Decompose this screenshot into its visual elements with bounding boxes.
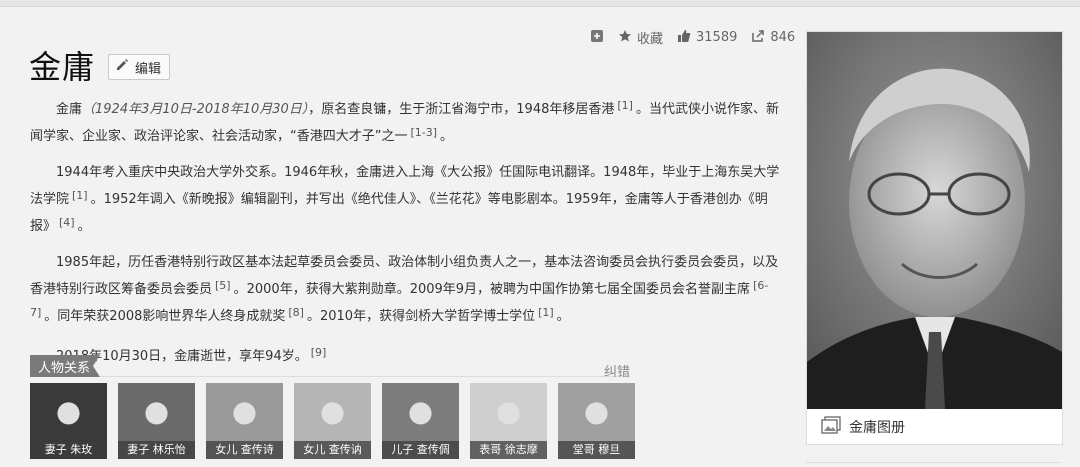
card-bottom-edge [806, 462, 1061, 467]
relation-person[interactable]: 妻子 朱玫 [30, 383, 107, 459]
share-icon [751, 29, 765, 47]
person-caption: 堂哥 穆旦 [558, 441, 635, 459]
person-caption: 女儿 查传诗 [206, 441, 283, 459]
reference-link[interactable]: [1] [72, 189, 88, 202]
paragraph-text: 。 [556, 309, 570, 324]
relation-person[interactable]: 妻子 林乐怡 [118, 383, 195, 459]
album-label: 金庸图册 [849, 420, 905, 436]
portrait-card: 金庸图册 [806, 31, 1063, 445]
reference-link[interactable]: [5] [215, 279, 231, 292]
relations-list: 妻子 朱玫 妻子 林乐怡 女儿 查传诗 女儿 查传讷 儿子 查传倜 表哥 徐志摩 堂哥 穆旦 [30, 383, 635, 459]
edit-button[interactable]: 编辑 [108, 54, 171, 80]
relations-divider [100, 376, 630, 377]
summary-paragraph: 2018年10月30日，金庸逝世，享年94岁。 [9] [30, 341, 780, 368]
image-gallery-icon [821, 416, 841, 438]
portrait-photo[interactable] [807, 32, 1062, 409]
plus-square-icon [590, 29, 604, 47]
paragraph-text: 。 [77, 219, 91, 234]
toolbar: 收藏 31589 846 [590, 28, 795, 47]
paragraph-text: 。2010年，获得剑桥大学哲学博士学位 [306, 309, 536, 324]
person-caption: 女儿 查传讷 [294, 441, 371, 459]
page-top-edge [0, 0, 1080, 7]
relation-person[interactable]: 女儿 查传诗 [206, 383, 283, 459]
reference-link[interactable]: [1] [538, 306, 554, 319]
reference-link[interactable]: [8] [288, 306, 304, 319]
person-caption: 妻子 朱玫 [30, 441, 107, 459]
paragraph-text: 。1952年调入《新晚报》编辑副刊，并写出《绝代佳人》、《兰花花》等电影剧本。1… [30, 192, 768, 234]
like-count: 31589 [696, 30, 738, 45]
summary-paragraph: 金庸（1924年3月10日-2018年10月30日），原名查良镛，生于浙江省海宁… [30, 94, 780, 148]
reference-link[interactable]: [1-3] [410, 126, 437, 139]
album-link[interactable]: 金庸图册 [821, 416, 905, 438]
share-count: 846 [770, 30, 796, 45]
favorite-button[interactable]: 收藏 [618, 28, 663, 47]
thumbs-up-icon [677, 29, 691, 47]
summary-paragraph: 1944年考入重庆中央政治大学外交系。1946年秋，金庸进入上海《大公报》任国际… [30, 161, 780, 238]
favorite-label: 收藏 [637, 32, 664, 47]
summary-content: 金庸（1924年3月10日-2018年10月30日），原名查良镛，生于浙江省海宁… [30, 94, 780, 381]
person-caption: 儿子 查传倜 [382, 441, 459, 459]
lifespan-text: （1924年3月10日-2018年10月30日） [82, 102, 309, 117]
paragraph-text: 。2000年，获得大紫荆勋章。2009年9月，被聘为中国作协第七届全国委员会名誉… [233, 282, 751, 297]
summary-paragraph: 1985年起，历任香港特别行政区基本法起草委员会委员、政治体制小组负责人之一，基… [30, 251, 780, 328]
paragraph-text: 。同年荣获2008影响世界华人终身成就奖 [44, 309, 286, 324]
add-button[interactable] [590, 29, 604, 47]
relation-person[interactable]: 表哥 徐志摩 [470, 383, 547, 459]
correct-link[interactable]: 纠错 [604, 361, 630, 380]
relation-person[interactable]: 儿子 查传倜 [382, 383, 459, 459]
pencil-icon [115, 58, 129, 76]
page-title: 金庸 [29, 48, 96, 86]
person-caption: 妻子 林乐怡 [118, 441, 195, 459]
relation-person[interactable]: 堂哥 穆旦 [558, 383, 635, 459]
like-button[interactable]: 31589 [677, 29, 737, 47]
paragraph-text: 金庸 [56, 102, 83, 117]
reference-link[interactable]: [1] [617, 99, 633, 112]
relation-person[interactable]: 女儿 查传讷 [294, 383, 371, 459]
paragraph-text: ，原名查良镛，生于浙江省海宁市，1948年移居香港 [308, 102, 615, 117]
share-button[interactable]: 846 [751, 29, 795, 47]
relations-tag: 人物关系 [30, 355, 100, 377]
edit-label: 编辑 [135, 61, 162, 77]
star-icon [618, 29, 632, 47]
paragraph-text: 。 [440, 129, 454, 144]
person-caption: 表哥 徐志摩 [470, 441, 547, 459]
reference-link[interactable]: [4] [59, 216, 75, 229]
reference-link[interactable]: [9] [311, 346, 327, 359]
